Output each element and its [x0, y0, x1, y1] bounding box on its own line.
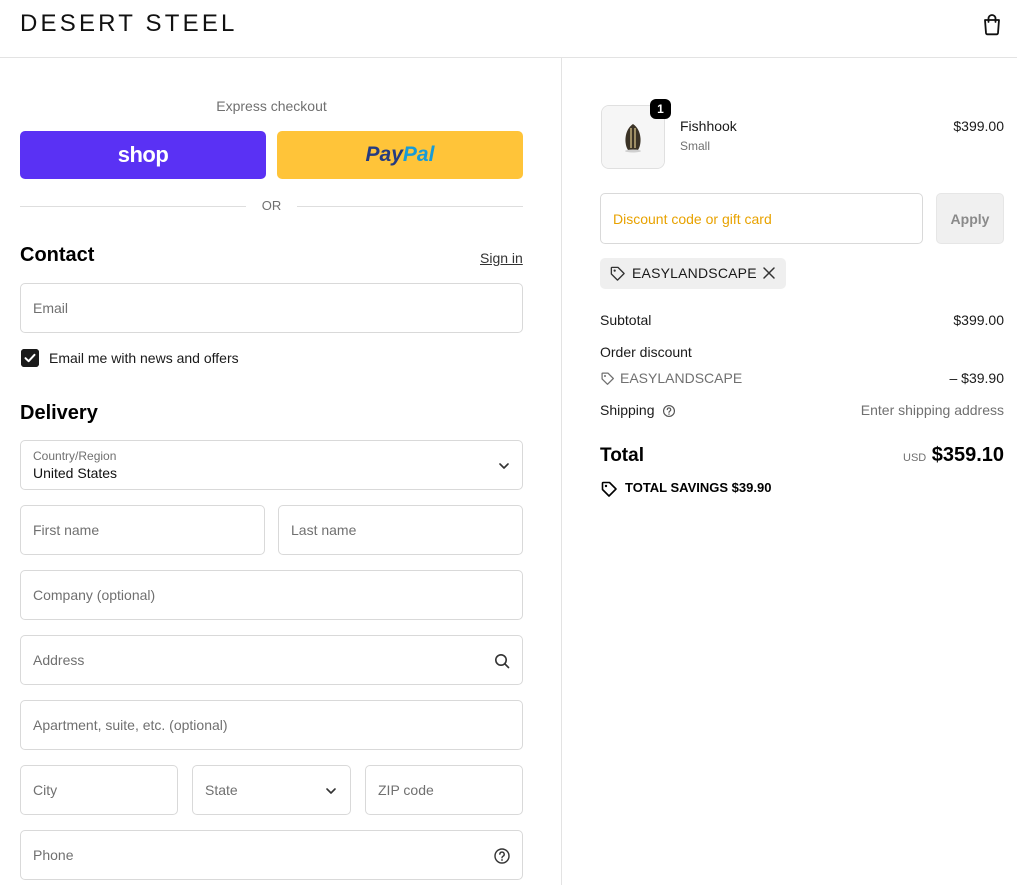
country-select[interactable]: Country/Region United States: [20, 440, 523, 490]
phone-placeholder: Phone: [33, 847, 74, 863]
newsletter-checkbox[interactable]: [21, 349, 39, 367]
total-label: Total: [600, 445, 644, 466]
product-name: Fishhook: [680, 118, 737, 134]
shop-pay-label: shop: [117, 142, 169, 167]
apply-label: Apply: [950, 210, 990, 227]
applied-discount-pill: EASYLANDSCAPE: [600, 258, 786, 289]
remove-discount-close-icon[interactable]: [762, 266, 776, 280]
apartment-placeholder: Apartment, suite, etc. (optional): [33, 717, 228, 733]
shop-pay-button[interactable]: shop: [20, 131, 266, 179]
contact-heading: Contact: [20, 244, 95, 266]
total-currency: USD: [903, 452, 927, 464]
divider-line-right: [297, 206, 523, 207]
company-field[interactable]: Company (optional): [20, 570, 523, 620]
paypal-button[interactable]: Pay Pal: [277, 131, 523, 179]
last-name-placeholder: Last name: [291, 522, 357, 538]
country-label: Country/Region: [33, 449, 117, 463]
apply-discount-button[interactable]: Apply: [936, 193, 1004, 244]
discount-code-input[interactable]: Discount code or gift card: [600, 193, 923, 244]
or-divider: OR: [20, 198, 523, 214]
divider-line-left: [20, 206, 246, 207]
help-circle-icon[interactable]: [662, 404, 676, 418]
order-discount-code: EASYLANDSCAPE: [620, 370, 743, 386]
phone-field[interactable]: Phone: [20, 830, 523, 880]
product-variant: Small: [680, 139, 711, 153]
total-savings-text: TOTAL SAVINGS $39.90: [625, 480, 772, 495]
or-text: OR: [261, 198, 282, 213]
tag-icon: [610, 266, 625, 281]
applied-discount-code: EASYLANDSCAPE: [632, 265, 757, 281]
chevron-down-icon: [326, 788, 336, 794]
checkout-form-column: Express checkout shop Pay Pal OR Contact …: [0, 58, 562, 885]
zip-placeholder: ZIP code: [378, 782, 434, 798]
city-field[interactable]: City: [20, 765, 178, 815]
site-header: DESERT STEEL: [0, 0, 1017, 58]
product-price: $399.00: [953, 118, 1004, 134]
last-name-field[interactable]: Last name: [278, 505, 523, 555]
quantity-badge: 1: [650, 99, 671, 119]
address-field[interactable]: Address: [20, 635, 523, 685]
shopping-bag-icon[interactable]: [980, 12, 1004, 36]
delivery-heading: Delivery: [20, 402, 98, 424]
help-circle-icon[interactable]: [493, 847, 511, 865]
shipping-value: Enter shipping address: [860, 402, 1004, 418]
newsletter-label: Email me with news and offers: [49, 350, 239, 366]
state-placeholder: State: [205, 782, 238, 798]
first-name-placeholder: First name: [33, 522, 100, 538]
zip-field[interactable]: ZIP code: [365, 765, 523, 815]
paypal-label-pay: Pay: [365, 143, 403, 166]
email-placeholder: Email: [33, 300, 69, 316]
state-select[interactable]: State: [192, 765, 351, 815]
order-discount-value: – $39.90: [949, 370, 1005, 386]
express-checkout-title: Express checkout: [216, 98, 327, 114]
first-name-field[interactable]: First name: [20, 505, 265, 555]
brand-logo[interactable]: DESERT STEEL: [20, 10, 238, 38]
order-discount-label: Order discount: [600, 344, 692, 360]
subtotal-value: $399.00: [953, 312, 1004, 328]
paypal-label-pal: Pal: [402, 143, 435, 166]
company-placeholder: Company (optional): [33, 587, 156, 603]
city-placeholder: City: [33, 782, 58, 798]
chevron-down-icon: [499, 463, 509, 469]
apartment-field[interactable]: Apartment, suite, etc. (optional): [20, 700, 523, 750]
total-value: $359.10: [931, 444, 1004, 466]
country-value: United States: [33, 465, 118, 481]
discount-placeholder: Discount code or gift card: [613, 211, 772, 227]
address-placeholder: Address: [33, 652, 85, 668]
subtotal-label: Subtotal: [600, 312, 652, 328]
order-summary: 1 Fishhook Small $399.00 Discount code o…: [563, 58, 1017, 885]
email-field[interactable]: Email: [20, 283, 523, 333]
tag-icon: [601, 372, 614, 385]
shipping-label: Shipping: [600, 402, 655, 418]
tag-icon: [601, 481, 617, 497]
sign-in-link[interactable]: Sign in: [480, 250, 523, 266]
search-icon[interactable]: [493, 652, 511, 670]
